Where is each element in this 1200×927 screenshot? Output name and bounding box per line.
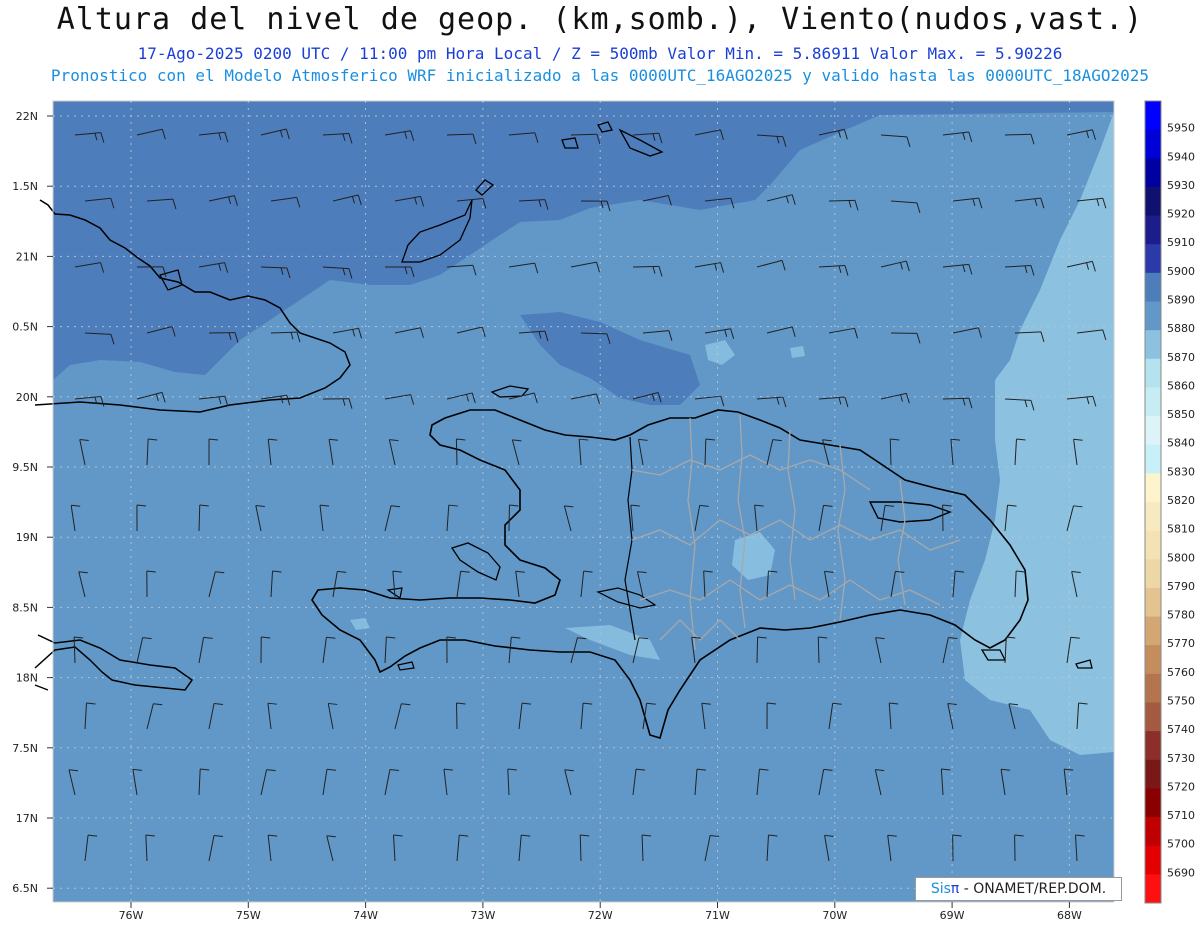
colorbar-swatch (1145, 759, 1161, 789)
longitude-axis: 76W 75W 74W 73W 72W 71W 70W 69W 68W (119, 902, 1082, 922)
colorbar-label: 5710 (1167, 809, 1195, 822)
colorbar-label: 5780 (1167, 609, 1195, 622)
colorbar-swatch (1145, 387, 1161, 417)
colorbar-swatch (1145, 845, 1161, 875)
lat-tick-label: 19N (16, 531, 38, 544)
credit-org: - ONAMET/REP.DOM. (959, 881, 1107, 897)
colorbar-swatch (1145, 416, 1161, 446)
map-figure: 22N 1.5N 21N 0.5N 20N 9.5N 19N 8.5N 18N 7.5N 17N 6.… (12, 100, 1195, 922)
colorbar-swatch (1145, 272, 1161, 302)
lon-tick-label: 75W (236, 909, 261, 922)
lon-tick-label: 68W (1057, 909, 1082, 922)
lat-tick-label: 7.5N (12, 742, 38, 755)
colorbar-swatch (1145, 129, 1161, 159)
lon-tick-label: 70W (822, 909, 847, 922)
colorbar-swatch (1145, 301, 1161, 331)
colorbar-swatch (1145, 444, 1161, 474)
lat-tick-label: 21N (16, 250, 38, 263)
colorbar-label: 5890 (1167, 294, 1195, 307)
lat-tick-label: 1.5N (12, 180, 38, 193)
colorbar-label: 5810 (1167, 523, 1195, 536)
lat-tick-label: 22N (16, 110, 38, 123)
colorbar-swatch (1145, 101, 1161, 131)
lat-tick-label: 18N (16, 672, 38, 685)
colorbar-swatch (1145, 731, 1161, 761)
lat-tick-label: 17N (16, 812, 38, 825)
colorbar-swatch (1145, 244, 1161, 274)
colorbar-label: 5910 (1167, 236, 1195, 249)
latitude-axis: 22N 1.5N 21N 0.5N 20N 9.5N 19N 8.5N 18N 7.5N 17N 6.… (12, 110, 53, 895)
lon-tick-label: 71W (705, 909, 730, 922)
lon-tick-label: 76W (119, 909, 144, 922)
colorbar-label: 5860 (1167, 379, 1195, 392)
lat-tick-label: 6.5N (12, 882, 38, 895)
colorbar-swatch (1145, 817, 1161, 847)
colorbar-swatch (1145, 587, 1161, 618)
colorbar-swatch (1145, 502, 1161, 532)
colorbar-swatch (1145, 645, 1161, 675)
colorbar-label: 5800 (1167, 551, 1195, 564)
colorbar-swatch (1145, 559, 1161, 589)
colorbar-label: 5930 (1167, 179, 1195, 192)
lat-tick-label: 8.5N (12, 601, 38, 614)
colorbar-label: 5740 (1167, 723, 1195, 736)
colorbar-swatch (1145, 330, 1161, 360)
lat-tick-label: 20N (16, 391, 38, 404)
colorbar-swatch (1145, 788, 1161, 818)
colorbar-swatch (1145, 358, 1161, 388)
colorbar-label: 5730 (1167, 752, 1195, 765)
colorbar-label: 5720 (1167, 780, 1195, 793)
colorbar-label: 5880 (1167, 322, 1195, 335)
colorbar-swatch (1145, 673, 1161, 703)
credit-box: Sisπ - ONAMET/REP.DOM. (915, 877, 1122, 901)
colorbar-label: 5760 (1167, 666, 1195, 679)
colorbar-label: 5840 (1167, 437, 1195, 450)
credit-sis: Sis (930, 881, 951, 897)
color-scale-legend: 5950 5940 5930 5920 5910 5900 5890 5880 5870 5860… (1144, 100, 1195, 904)
lon-tick-label: 74W (353, 909, 378, 922)
colorbar-swatch (1145, 158, 1161, 188)
colorbar-label: 5690 (1167, 866, 1195, 879)
colorbar-swatch (1145, 186, 1161, 217)
colorbar-label: 5750 (1167, 695, 1195, 708)
lon-tick-label: 69W (940, 909, 965, 922)
colorbar-label: 5790 (1167, 580, 1195, 593)
colorbar-label: 5920 (1167, 208, 1195, 221)
lon-tick-label: 73W (470, 909, 495, 922)
colorbar-label: 5830 (1167, 465, 1195, 478)
lat-tick-label: 9.5N (12, 461, 38, 474)
lon-tick-label: 72W (588, 909, 613, 922)
coastline-cuba-south-2 (34, 684, 49, 691)
colorbar-swatch (1145, 616, 1161, 646)
colorbar-swatch (1145, 215, 1161, 245)
lat-tick-label: 0.5N (12, 321, 38, 334)
colorbar-swatch (1145, 473, 1161, 503)
colorbar-swatch (1145, 530, 1161, 560)
colorbar-label: 5770 (1167, 637, 1195, 650)
colorbar-label: 5850 (1167, 408, 1195, 421)
colorbar-label: 5940 (1167, 150, 1195, 163)
colorbar-swatch (1145, 874, 1161, 904)
colorbar-label: 5870 (1167, 351, 1195, 364)
colorbar-label: 5900 (1167, 265, 1195, 278)
colorbar-label: 5820 (1167, 494, 1195, 507)
colorbar-label: 5950 (1167, 122, 1195, 135)
colorbar-swatch (1145, 702, 1161, 732)
colorbar-label: 5700 (1167, 838, 1195, 851)
